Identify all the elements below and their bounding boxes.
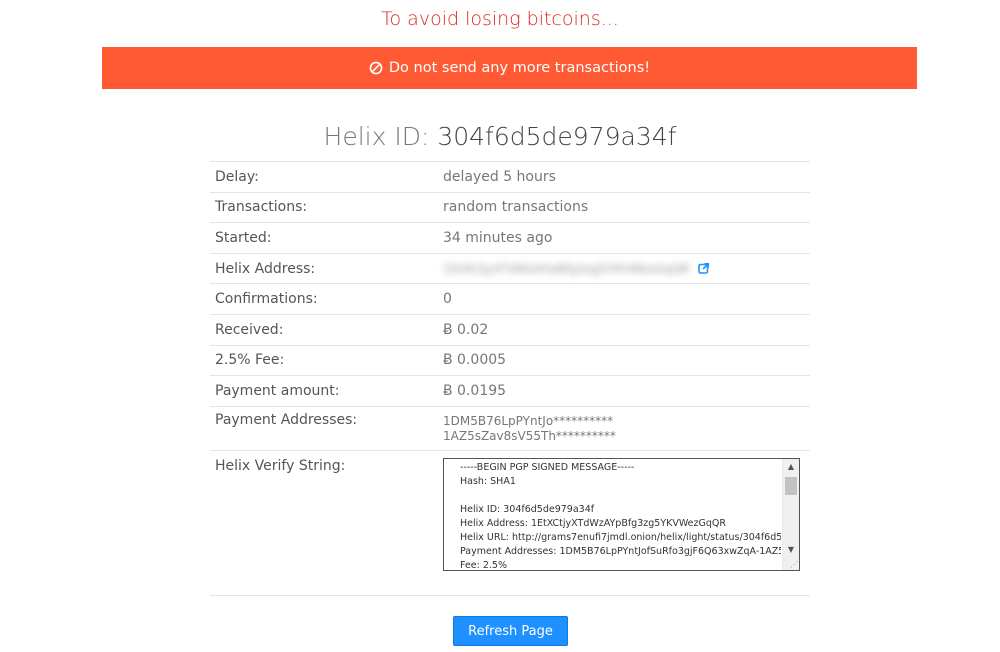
- row-value: Ƀ 0.02: [443, 321, 489, 338]
- row-label: Payment amount:: [215, 382, 340, 399]
- alert-banner: Do not send any more transactions!: [102, 47, 917, 89]
- row-value: Ƀ 0.0005: [443, 352, 507, 369]
- row-label: Payment Addresses:: [215, 411, 358, 428]
- payment-address-line: 1AZ5sZav8sV55Th**********: [443, 428, 616, 443]
- ban-icon: [369, 61, 383, 75]
- verify-string-text: -----BEGIN PGP SIGNED MESSAGE----- Hash:…: [460, 461, 781, 571]
- verify-string-row: Helix Verify String: -----BEGIN PGP SIGN…: [210, 451, 810, 596]
- delay-row: Delay: delayed 5 hours: [210, 162, 810, 193]
- helix-address-row: Helix Address: 1EtXCtjyXTdWzAYpBfg3zg5YK…: [210, 254, 810, 285]
- row-label: Delay:: [215, 168, 259, 185]
- row-value: Ƀ 0.0195: [443, 382, 507, 399]
- divider: [210, 595, 810, 596]
- started-row: Started: 34 minutes ago: [210, 223, 810, 254]
- refresh-page-button[interactable]: Refresh Page: [453, 616, 568, 646]
- fee-row: 2.5% Fee: Ƀ 0.0005: [210, 346, 810, 377]
- payment-addresses-row: Payment Addresses: 1DM5B76LpPYntJo******…: [210, 407, 810, 451]
- helix-id-label: Helix ID:: [323, 122, 430, 151]
- confirmations-row: Confirmations: 0: [210, 284, 810, 315]
- verify-string-textarea[interactable]: -----BEGIN PGP SIGNED MESSAGE----- Hash:…: [443, 457, 800, 571]
- row-label: Transactions:: [215, 199, 308, 216]
- row-label: Helix Address:: [215, 260, 316, 277]
- helix-address-value[interactable]: 1EtXCtjyXTdWzAYpBfg3zg5YKVWezGqQR: [443, 254, 689, 284]
- details-table: Delay: delayed 5 hours Transactions: ran…: [210, 161, 810, 596]
- scroll-down-icon[interactable]: ▼: [783, 542, 799, 558]
- alert-text: Do not send any more transactions!: [388, 60, 651, 76]
- resize-grip-icon[interactable]: ⋰: [790, 560, 798, 569]
- received-row: Received: Ƀ 0.02: [210, 315, 810, 346]
- row-value: 0: [443, 291, 452, 308]
- warning-heading: To avoid losing bitcoins...: [381, 8, 619, 30]
- scroll-thumb[interactable]: [785, 476, 797, 495]
- row-value: 34 minutes ago: [443, 229, 553, 246]
- row-label: Confirmations:: [215, 291, 318, 308]
- row-label: 2.5% Fee:: [215, 352, 285, 369]
- payment-amount-row: Payment amount: Ƀ 0.0195: [210, 376, 810, 407]
- external-link-icon[interactable]: [698, 262, 710, 274]
- helix-id-value: 304f6d5de979a34f: [437, 122, 677, 151]
- row-value: random transactions: [443, 199, 589, 216]
- page-title: Helix ID: 304f6d5de979a34f: [0, 122, 1000, 151]
- row-label: Received:: [215, 321, 284, 338]
- row-value: delayed 5 hours: [443, 168, 556, 185]
- textarea-scrollbar[interactable]: ▲ ▼: [782, 458, 799, 570]
- payment-address-line: 1DM5B76LpPYntJo**********: [443, 413, 614, 428]
- scroll-up-icon[interactable]: ▲: [783, 459, 799, 475]
- row-label: Helix Verify String:: [215, 457, 346, 474]
- row-label: Started:: [215, 229, 272, 246]
- transactions-row: Transactions: random transactions: [210, 193, 810, 224]
